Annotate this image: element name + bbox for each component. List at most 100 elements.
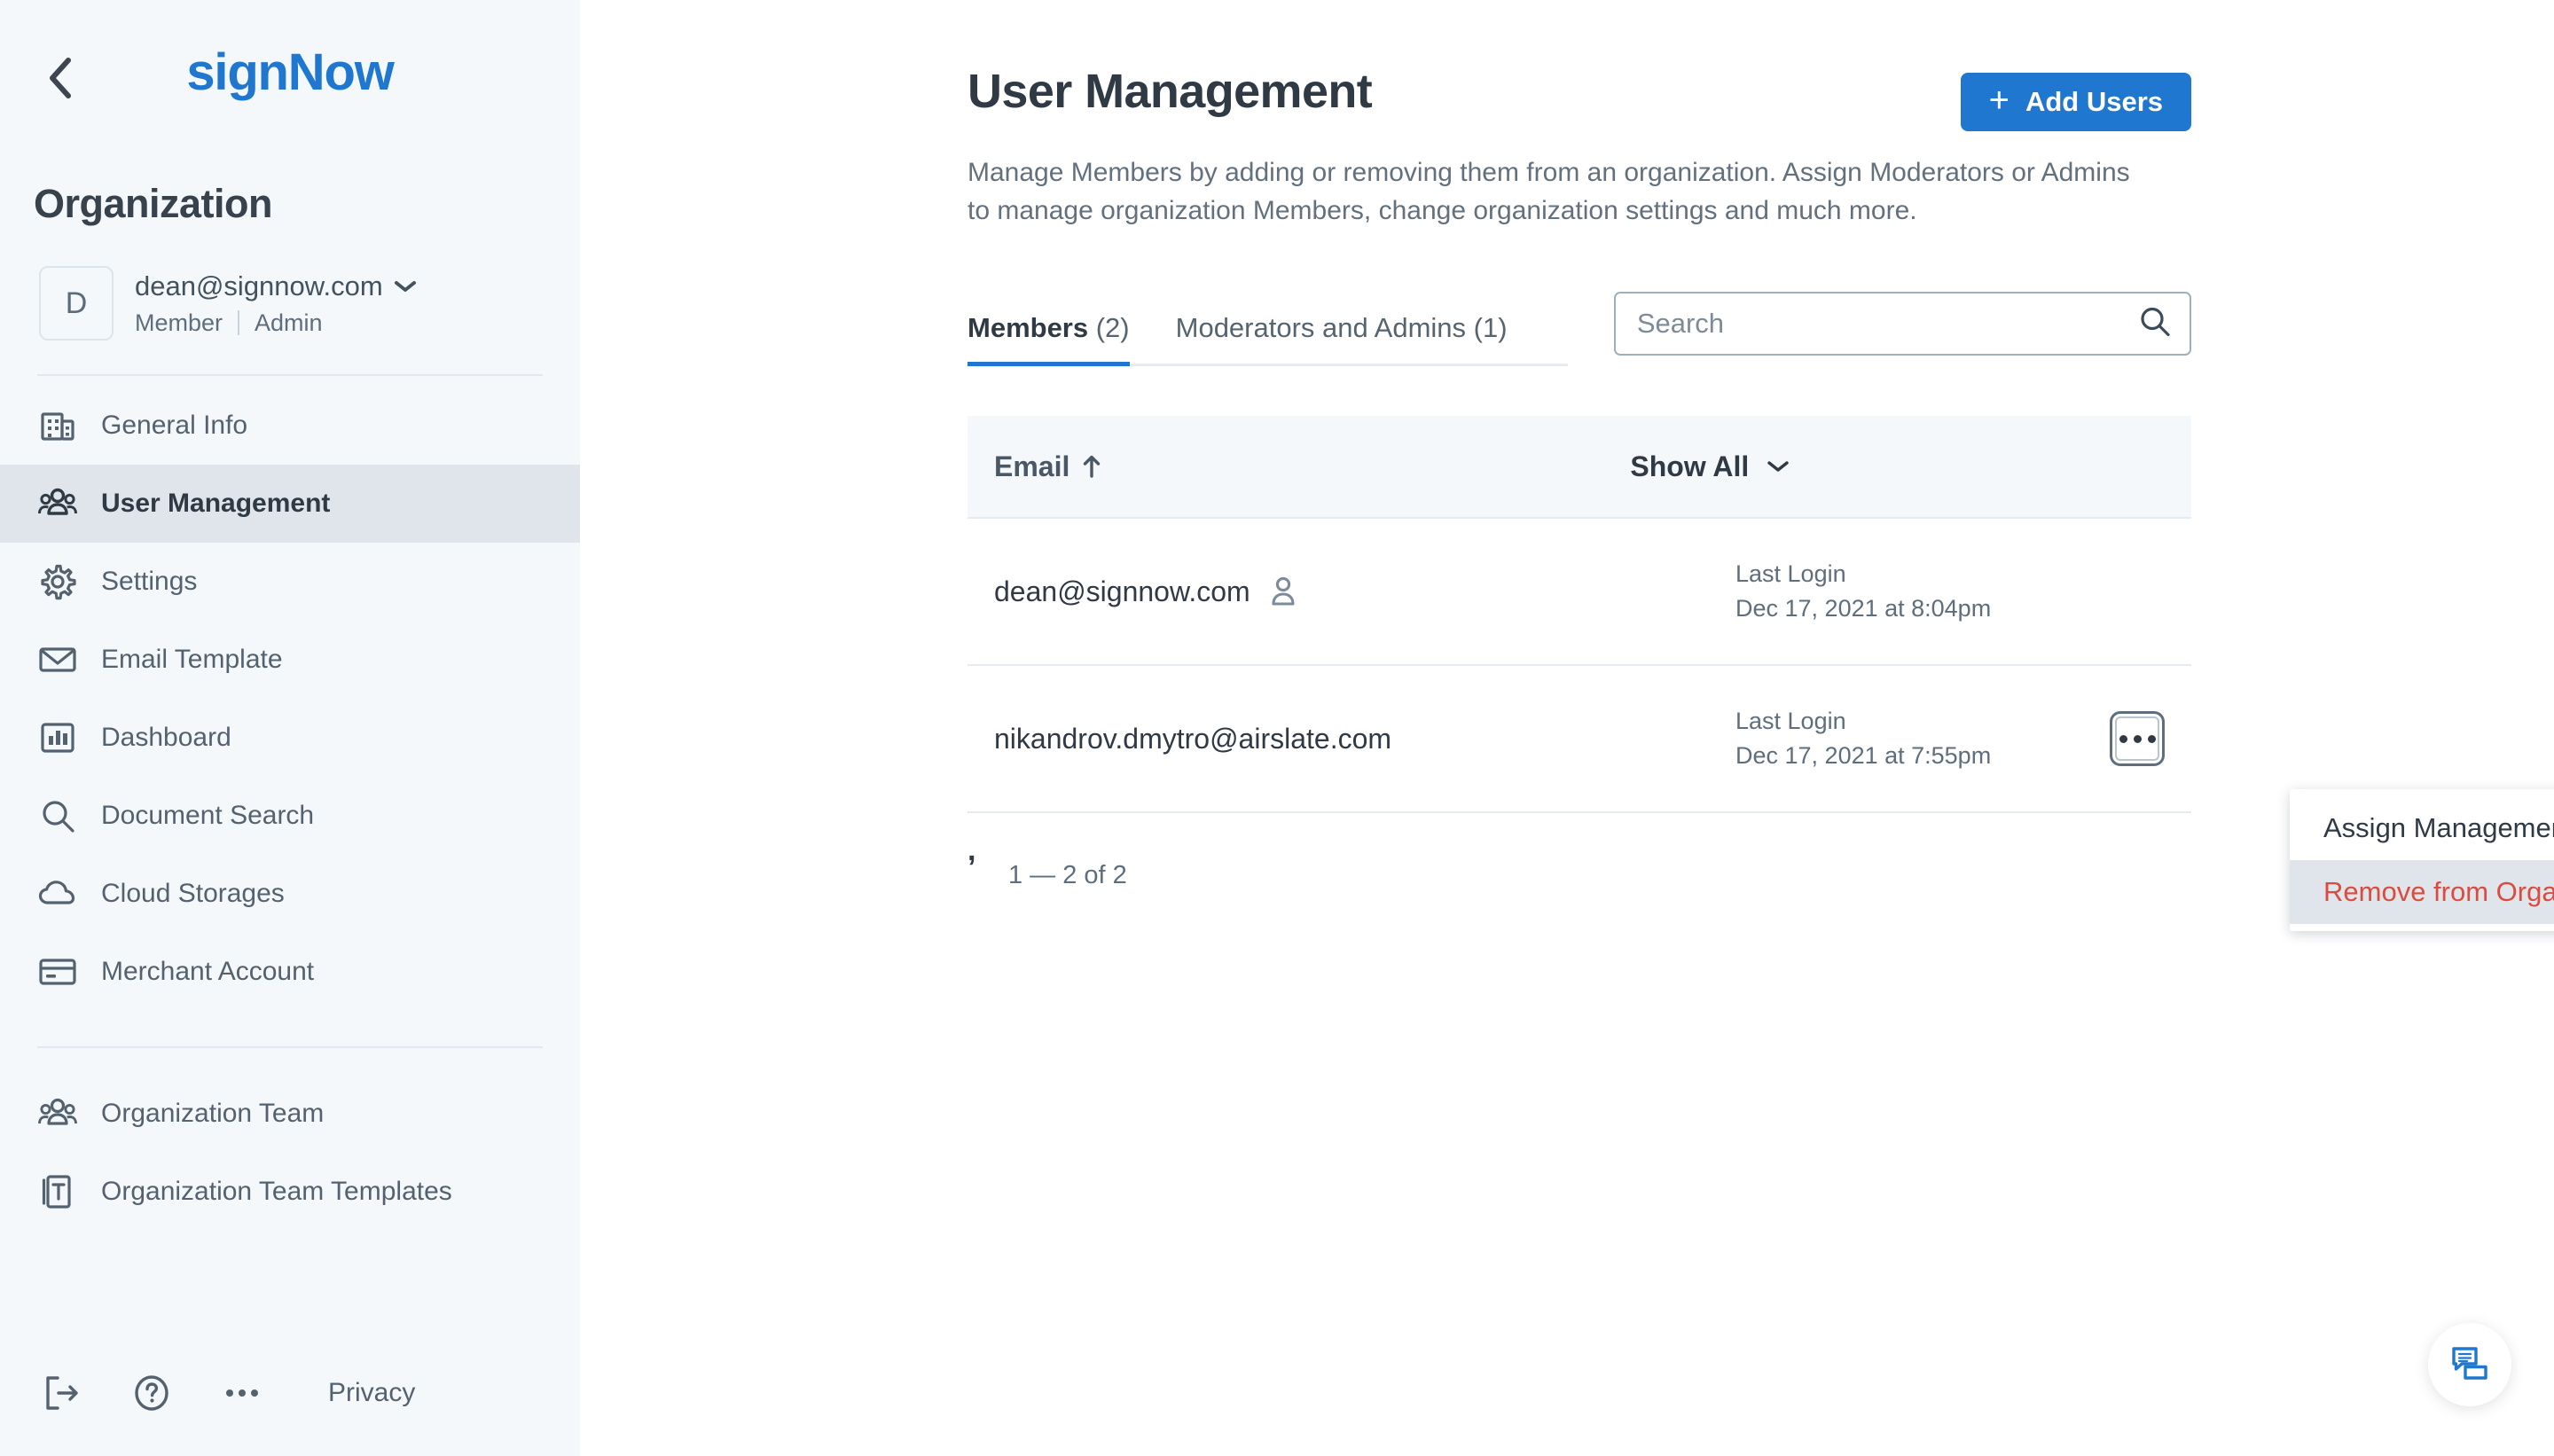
tab-moderators-and-admins[interactable]: Moderators and Admins (1) [1176,312,1508,366]
tab-count: (2) [1095,312,1130,344]
stray-mark: , [968,834,976,867]
pagination-summary: 1 — 2 of 2 [1008,861,1127,890]
member-email: dean@signnow.com [994,575,1250,607]
question-circle-icon[interactable] [128,1369,176,1417]
sidebar-item-organization-team[interactable]: Organization Team [0,1075,580,1153]
add-users-button[interactable]: + Add Users [1960,73,2191,131]
app-root: signNow Organization D dean@signnow.com … [0,0,2554,1456]
tab-count: (1) [1473,312,1508,344]
sidebar-item-label: Merchant Account [101,957,315,986]
tab-label: Members [968,312,1089,344]
sidebar-item-general-info[interactable]: General Info [0,387,580,465]
sidebar: signNow Organization D dean@signnow.com … [0,0,580,1456]
sidebar-footer: Privacy [0,1369,580,1417]
sidebar-item-label: Document Search [101,801,315,830]
privacy-link[interactable]: Privacy [328,1378,415,1408]
column-header-email-label: Email [994,450,1070,482]
show-all-filter[interactable]: Show All [1630,450,1790,483]
members-table: Email Show All dean@signnow.com Last Log… [968,416,2191,814]
cell-email: nikandrov.dmytro@airslate.com [994,723,1735,755]
table-header: Email Show All [968,416,2191,520]
menu-item-remove-from-organization[interactable]: Remove from Organization [2290,860,2554,924]
sidebar-item-label: Organization Team [101,1099,325,1128]
tab-label: Moderators and Admins [1175,312,1467,344]
sidebar-item-label: Settings [101,567,198,596]
account-info: dean@signnow.com Member Admin [135,270,417,337]
sidebar-item-user-management[interactable]: User Management [0,465,580,543]
tab-list: Members (2) Moderators and Admins (1) [968,312,1568,367]
account-role-admin: Admin [255,309,323,336]
tabs-and-search: Members (2) Moderators and Admins (1) [968,292,2191,367]
sidebar-item-label: User Management [101,489,331,518]
chevron-down-icon [394,279,417,294]
row-context-menu: Assign Management Rights Remove from Org… [2290,789,2554,931]
sidebar-item-label: General Info [101,411,248,440]
main-content: User Management + Add Users Manage Membe… [580,0,2554,1456]
plus-icon: + [1988,81,2010,120]
chart-bar-icon [37,717,78,758]
sidebar-item-document-search[interactable]: Document Search [0,777,580,855]
person-icon [1270,575,1297,607]
account-switcher[interactable]: D dean@signnow.com Member Admin [39,266,580,341]
gear-icon [37,561,78,602]
account-email: dean@signnow.com [135,270,383,301]
page-title: User Management [968,65,1373,118]
sidebar-nav-secondary: Organization Team Organization Team Temp… [0,1075,580,1231]
users-icon [37,1093,78,1134]
users-icon [37,483,78,524]
table-row[interactable]: dean@signnow.com Last Login Dec 17, 2021… [968,519,2191,667]
add-users-label: Add Users [2025,86,2163,117]
row-actions-button[interactable] [2110,711,2165,767]
table-row[interactable]: nikandrov.dmytro@airslate.com Last Login… [968,666,2191,814]
show-all-label: Show All [1630,450,1750,482]
sidebar-item-label: Organization Team Templates [101,1177,452,1206]
member-email: nikandrov.dmytro@airslate.com [994,722,1392,755]
sidebar-divider-bottom [37,1046,543,1048]
sidebar-item-dashboard[interactable]: Dashboard [0,699,580,777]
sidebar-item-label: Email Template [101,645,283,674]
envelope-icon [37,639,78,680]
last-login-value: Dec 17, 2021 at 7:55pm [1735,742,1992,770]
page-header: User Management + Add Users [968,0,2191,131]
ellipsis-icon [2119,734,2156,743]
building-icon [37,405,78,446]
sidebar-item-label: Cloud Storages [101,879,285,908]
page-description: Manage Members by adding or removing the… [968,158,2130,225]
chevron-down-icon [1767,459,1790,474]
sidebar-item-label: Dashboard [101,723,231,752]
cell-last-login: Last Login Dec 17, 2021 at 7:55pm [1735,704,1991,773]
logout-icon[interactable] [37,1369,85,1417]
content-column: User Management + Add Users Manage Membe… [968,0,2191,890]
sidebar-item-settings[interactable]: Settings [0,543,580,621]
menu-item-assign-management-rights[interactable]: Assign Management Rights [2290,796,2554,860]
search-input[interactable] [1613,292,2191,356]
chat-bubbles-icon [2449,1342,2490,1388]
cell-email: dean@signnow.com [994,575,1735,608]
sidebar-nav: General Info User Management Settings Em… [0,387,580,1011]
sidebar-divider-top [37,374,543,376]
avatar: D [39,266,114,341]
chat-support-button[interactable] [2428,1323,2511,1406]
sidebar-item-email-template[interactable]: Email Template [0,621,580,699]
template-t-icon [37,1171,78,1212]
sidebar-header: signNow [0,0,580,153]
last-login-value: Dec 17, 2021 at 8:04pm [1735,595,1992,622]
tab-members[interactable]: Members (2) [968,312,1130,367]
ellipsis-icon[interactable] [218,1369,266,1417]
search-icon[interactable] [2138,305,2172,343]
account-email-row: dean@signnow.com [135,270,417,302]
sidebar-item-cloud-storages[interactable]: Cloud Storages [0,855,580,933]
last-login-label: Last Login [1735,560,1846,588]
organization-title: Organization [34,181,273,226]
search-icon [37,795,78,836]
column-header-email[interactable]: Email [994,450,1101,483]
cloud-icon [37,873,78,914]
sidebar-item-merchant-account[interactable]: Merchant Account [0,933,580,1011]
account-roles: Member Admin [135,309,417,337]
sort-ascending-icon [1082,454,1101,479]
cell-last-login: Last Login Dec 17, 2021 at 8:04pm [1735,557,1991,626]
brand-logo[interactable]: signNow [0,43,580,102]
role-separator [238,310,240,335]
credit-card-icon [37,951,78,992]
sidebar-item-organization-team-templates[interactable]: Organization Team Templates [0,1153,580,1231]
